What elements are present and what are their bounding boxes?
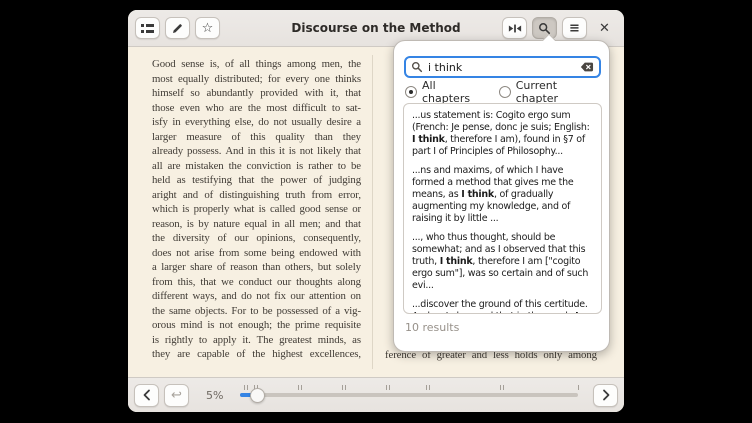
slider-tick <box>244 385 245 390</box>
ebook-reader-window: Discourse on the Method ☆ <box>128 10 624 412</box>
slider-tick <box>429 385 430 390</box>
book-line: largermeasureofthisqualitythanthey <box>152 130 361 145</box>
scope-label: All chapters <box>422 79 486 105</box>
next-page-button[interactable] <box>593 384 618 407</box>
book-line: differentways,anddonotfixourattentionon <box>152 289 361 304</box>
radio-selected-icon <box>405 86 417 98</box>
slider-track <box>240 393 578 397</box>
slider-tick <box>578 385 579 390</box>
book-line: whichisproperlywhatiscalledgoodsenseor <box>152 202 361 217</box>
slider-tick <box>342 385 343 390</box>
header-left-buttons: ☆ <box>135 17 220 39</box>
search-icon <box>411 61 423 73</box>
scope-radio-all-chapters[interactable]: All chapters <box>405 79 486 105</box>
popover-arrow <box>541 34 555 41</box>
navigation-bar: ↩ 5% <box>128 377 624 412</box>
book-line: alargershareofreasonthanothers,butsolely <box>152 260 361 275</box>
progress-percent-label: 5% <box>206 389 223 402</box>
fit-width-button[interactable] <box>502 17 527 39</box>
chevron-right-icon <box>601 389 611 401</box>
hamburger-menu-icon: ≡ <box>569 22 580 35</box>
slider-handle[interactable] <box>250 388 265 403</box>
close-button[interactable]: ✕ <box>592 17 617 39</box>
scope-label: Current chapter <box>516 79 601 105</box>
close-icon: ✕ <box>599 22 610 35</box>
book-line: reason,isbynatureequalinallmen;andthat <box>152 217 361 232</box>
contents-button[interactable] <box>135 17 160 39</box>
slider-tick <box>503 385 504 390</box>
search-query-text: i think <box>428 61 575 74</box>
slider-tick <box>426 385 427 390</box>
menu-button[interactable]: ≡ <box>562 17 587 39</box>
slider-tick <box>301 385 302 390</box>
bookmark-button[interactable]: ☆ <box>195 17 220 39</box>
search-results-list: ...us statement is: Cogito ergo sum (Fre… <box>403 103 602 314</box>
search-result-item[interactable]: ...ns and maxims, of which I have formed… <box>412 165 593 225</box>
book-line: doesnotarisefromsomebeingendowedwith <box>152 246 361 261</box>
slider-tick <box>389 385 390 390</box>
go-back-button[interactable]: ↩ <box>164 384 189 407</box>
contents-list-icon <box>141 24 154 33</box>
results-count: 10 results <box>405 321 459 334</box>
book-line: thesameobjects.Fortobepossessedofavig- <box>152 304 361 319</box>
slider-tick <box>247 385 248 390</box>
pencil-icon <box>171 22 184 35</box>
book-line: himselfsoabundantlyprovidedwithit,that <box>152 86 361 101</box>
radio-unselected-icon <box>499 86 511 98</box>
fit-width-icon <box>508 23 522 34</box>
book-line: theyarecapableofthehighestexcellences, <box>152 347 361 362</box>
book-line: arightandofdistinguishingtruthfromerror, <box>152 188 361 203</box>
book-line: mostequallydistributed;foreveryonethinks <box>152 72 361 87</box>
scope-radio-current-chapter[interactable]: Current chapter <box>499 79 601 105</box>
chevron-left-icon <box>142 389 152 401</box>
progress-slider[interactable] <box>230 378 588 412</box>
book-line: isfyineverythingelse,donotusuallydesirea <box>152 115 361 130</box>
book-line: heldastestifyingthatthepowerofjudging <box>152 173 361 188</box>
left-page-text: Goodsenseis,ofallthingsamongmen,themoste… <box>152 57 361 362</box>
clear-search-icon[interactable] <box>580 61 594 73</box>
book-line: isrightlytoapplyit.Thegreatestminds,as <box>152 333 361 348</box>
book-line: Goodsenseis,ofallthingsamongmen,the <box>152 57 361 72</box>
book-line: alreadypossess.Andinthisitisnotlikelytha… <box>152 144 361 159</box>
book-line: allaremistakentheconvictionisrathertobe <box>152 159 361 174</box>
slider-tick <box>298 385 299 390</box>
book-line: thediversityofouropinions,consequently, <box>152 231 361 246</box>
book-line: thoseevenwhoarethemostdifficulttosat- <box>152 101 361 116</box>
search-result-item[interactable]: ...us statement is: Cogito ergo sum (Fre… <box>412 110 593 158</box>
search-result-item[interactable]: ...discover the ground of this certitude… <box>412 299 593 314</box>
header-right-buttons: ≡ ✕ <box>502 17 617 39</box>
annotate-button[interactable] <box>165 17 190 39</box>
search-result-item[interactable]: ..., who thus thought, should be somewha… <box>412 232 593 292</box>
previous-page-button[interactable] <box>134 384 159 407</box>
page-divider <box>372 55 373 369</box>
search-icon <box>538 22 551 35</box>
scope-row: All chaptersCurrent chapter <box>405 84 601 100</box>
book-line: orousmindisnotenough;theprimerequisite <box>152 318 361 333</box>
undo-icon: ↩ <box>171 389 182 402</box>
search-input[interactable]: i think <box>404 56 601 78</box>
search-popover: i think All chaptersCurrent chapter ...u… <box>393 40 610 352</box>
book-line: fromthis,thatweconductourthoughtsalong <box>152 275 361 290</box>
slider-tick <box>345 385 346 390</box>
slider-tick <box>386 385 387 390</box>
slider-tick <box>500 385 501 390</box>
star-icon: ☆ <box>202 22 214 35</box>
